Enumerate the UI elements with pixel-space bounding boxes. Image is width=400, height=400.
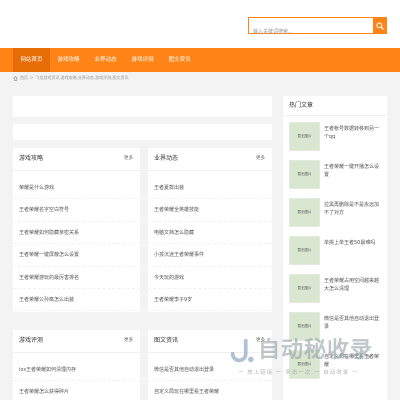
sidebar-title: 热门文章 [283, 96, 387, 116]
nav-item-home[interactable]: 网站首页 [13, 48, 50, 72]
article-thumbnail: 暂无图片 [289, 122, 320, 151]
hot-article-item[interactable]: 暂无图片 拉黑再删除是不是永远加不了对方 [289, 198, 381, 228]
more-link[interactable]: 更多 [124, 330, 133, 352]
article-thumbnail: 暂无图片 [289, 236, 320, 265]
more-link[interactable]: 更多 [256, 148, 265, 170]
main-nav: 网站首页 游戏攻略 业界动态 游戏评测 图文资讯 [0, 48, 400, 72]
home-icon [13, 75, 18, 81]
search-icon [376, 21, 384, 30]
hot-article-item[interactable]: 暂无图片 王者荣耀一键开播怎么设置 [289, 160, 381, 190]
article-thumbnail: 暂无图片 [289, 198, 320, 227]
panel-title: 图文资讯 [154, 337, 179, 344]
list-item[interactable]: 王者荣耀李子9岁 [148, 289, 272, 312]
hot-article-item[interactable]: 暂无图片 王者帐号数据转移到另一个qq [289, 122, 381, 152]
article-thumbnail: 暂无图片 [289, 312, 320, 341]
list-item[interactable]: 王者荣耀一键屏蔽怎么设置 [13, 244, 140, 267]
banner-slot-top [13, 96, 272, 117]
panel-industry-news: 业界动态 更多 王者夏款出装 王者荣耀全英雄技能 电脑文档怎么隐藏 小孩沉迷王者… [148, 148, 272, 312]
list-item[interactable]: ios王者荣耀如何清理内存 [13, 359, 140, 382]
list-item[interactable]: 王者荣耀全英雄技能 [148, 199, 272, 222]
nav-item-guides[interactable]: 游戏攻略 [50, 48, 87, 72]
list-item[interactable]: 自定义局玩在哪里看王者荣耀 [148, 381, 272, 400]
list-item[interactable]: 王者夏款出装 [148, 177, 272, 200]
panel-title: 业界动态 [154, 155, 179, 162]
site-header [0, 0, 400, 48]
sidebar-hot-articles: 热门文章 暂无图片 王者帐号数据转移到另一个qq 暂无图片 王者荣耀一键开播怎么… [283, 96, 387, 400]
panel-reviews: 游戏评测 更多 ios王者荣耀如何清理内存 王者荣耀怎么获得碎片 [13, 330, 140, 400]
hot-article-item[interactable]: 暂无图片 微信是否其他自动退出登录 [289, 312, 381, 342]
search-box [248, 17, 373, 40]
panel-header: 游戏攻略 更多 [13, 148, 140, 171]
search-input[interactable] [249, 24, 373, 40]
list-item[interactable]: 王者荣耀怎么获得碎片 [13, 381, 140, 400]
list-item[interactable]: 王者荣耀名字空白符号 [13, 199, 140, 222]
list-item[interactable]: 微信是否其他自动退出登录 [148, 359, 272, 382]
article-title: 王者帐号数据转移到另一个qq [324, 126, 380, 140]
article-thumbnail: 暂无图片 [289, 350, 320, 379]
breadcrumb-home-link[interactable]: 首页 [20, 74, 28, 82]
article-thumbnail: 暂无图片 [289, 274, 320, 303]
article-list: 荣耀是什么游戏 王者荣耀名字空白符号 王者荣耀如何隐藏亲密关系 王者荣耀一键屏蔽… [13, 171, 140, 312]
list-item[interactable]: 王者荣耀游玩的最厉害排名 [13, 267, 140, 289]
article-title: 微信是否其他自动退出登录 [324, 316, 380, 330]
article-title: 自定义局在哪里看王者荣耀 [324, 354, 380, 368]
hot-article-item[interactable]: 暂无图片 单挑上单王者50最难吗 [289, 236, 381, 266]
panel-header: 游戏评测 更多 [13, 330, 140, 353]
search-button[interactable] [373, 17, 387, 34]
hot-article-item[interactable]: 暂无图片 自定义局在哪里看王者荣耀 [289, 350, 381, 380]
panel-header: 图文资讯 更多 [148, 330, 272, 353]
article-title: 单挑上单王者50最难吗 [324, 240, 376, 246]
list-item[interactable]: 王者荣耀公孙离怎么出装 [13, 289, 140, 312]
article-list: 微信是否其他自动退出登录 自定义局玩在哪里看王者荣耀 [148, 353, 272, 400]
panel-header: 业界动态 更多 [148, 148, 272, 171]
panel-title: 游戏攻略 [19, 155, 44, 162]
breadcrumb: 首页 > 飞龙游戏资讯,游戏攻略,业界动态,游戏评测,图文资讯 [13, 74, 128, 82]
article-title: 王者荣耀一键开播怎么设置 [324, 164, 380, 178]
article-list: 王者夏款出装 王者荣耀全英雄技能 电脑文档怎么隐藏 小孩沉迷王者荣耀事件 今天玩… [148, 171, 272, 312]
list-item[interactable]: 电脑文档怎么隐藏 [148, 222, 272, 245]
panel-guides: 游戏攻略 更多 荣耀是什么游戏 王者荣耀名字空白符号 王者荣耀如何隐藏亲密关系 … [13, 148, 140, 312]
article-title: 王者荣耀占用空间越来越大怎么清理 [324, 278, 380, 292]
panel-picture-news: 图文资讯 更多 微信是否其他自动退出登录 自定义局玩在哪里看王者荣耀 [148, 330, 272, 400]
panel-title: 游戏评测 [19, 337, 44, 344]
more-link[interactable]: 更多 [256, 330, 265, 352]
list-item[interactable]: 荣耀是什么游戏 [13, 177, 140, 200]
nav-item-industry-news[interactable]: 业界动态 [87, 48, 124, 72]
article-list: ios王者荣耀如何清理内存 王者荣耀怎么获得碎片 [13, 353, 140, 400]
breadcrumb-separator: > [30, 75, 34, 80]
list-item[interactable]: 今天玩的游戏 [148, 267, 272, 289]
banner-slot-secondary [13, 124, 272, 140]
nav-item-picture-news[interactable]: 图文资讯 [161, 48, 198, 72]
nav-item-reviews[interactable]: 游戏评测 [124, 48, 161, 72]
list-item[interactable]: 小孩沉迷王者荣耀事件 [148, 244, 272, 267]
hot-article-item[interactable]: 暂无图片 王者荣耀占用空间越来越大怎么清理 [289, 274, 381, 304]
list-item[interactable]: 王者荣耀如何隐藏亲密关系 [13, 222, 140, 245]
article-title: 拉黑再删除是不是永远加不了对方 [324, 202, 380, 216]
more-link[interactable]: 更多 [124, 148, 133, 170]
article-thumbnail: 暂无图片 [289, 160, 320, 189]
breadcrumb-current: 飞龙游戏资讯,游戏攻略,业界动态,游戏评测,图文资讯 [35, 75, 129, 80]
